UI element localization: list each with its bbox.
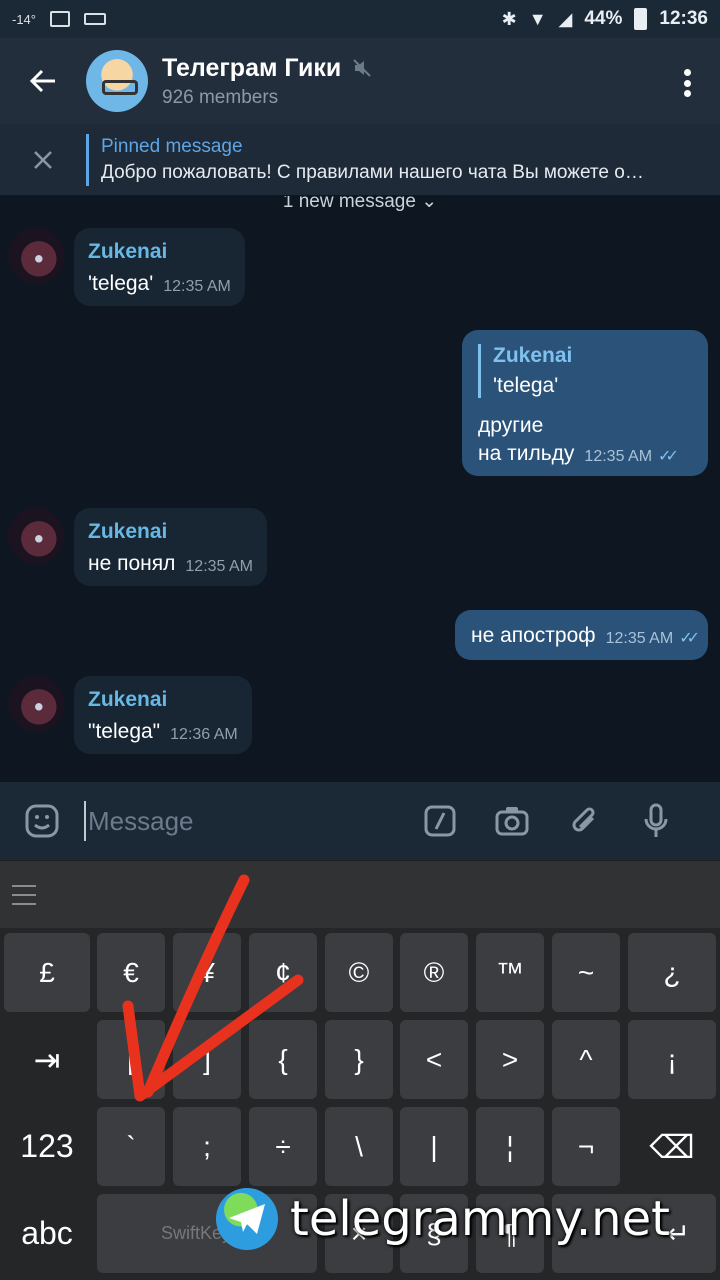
- message-text: 'telega': [88, 272, 154, 295]
- keyboard-toolbar: [0, 860, 720, 928]
- outgoing-message[interactable]: Zukenai 'telega' другие на тильду 12:35 …: [462, 330, 708, 476]
- backspace-key[interactable]: ⌫: [628, 1107, 716, 1186]
- back-button[interactable]: [0, 38, 86, 124]
- message-text: "telega": [88, 720, 161, 743]
- message-text: не апостроф: [470, 624, 596, 647]
- bluetooth-icon: ✱: [501, 8, 517, 29]
- close-icon: [34, 150, 52, 169]
- key[interactable]: ¥: [173, 933, 241, 1012]
- key[interactable]: ~: [552, 933, 620, 1012]
- camera-icon: [495, 807, 529, 836]
- pinned-text: Добро пожаловать! С правилами нашего чат…: [101, 161, 644, 183]
- key[interactable]: £: [4, 933, 90, 1012]
- pinned-title: Pinned message: [101, 135, 243, 157]
- key[interactable]: ¿: [628, 933, 716, 1012]
- pinned-message-bar[interactable]: Pinned message Добро пожаловать! С прави…: [0, 124, 720, 196]
- battery-percent: 44%: [584, 8, 623, 29]
- message-time: 12:35 AM: [185, 558, 253, 575]
- sender-avatar[interactable]: [8, 676, 64, 732]
- group-avatar[interactable]: [86, 50, 148, 112]
- message-text-line: другие: [478, 414, 544, 437]
- status-bar: -14° ✱ ▼ ◢ 44% 12:36: [0, 0, 720, 38]
- message-list[interactable]: 1 new message ⌄ Zukenai 'telega' 12:35 A…: [0, 196, 720, 782]
- more-menu-icon[interactable]: [684, 69, 692, 97]
- watermark: telegrammy.net: [216, 1188, 670, 1250]
- sender-avatar[interactable]: [8, 228, 64, 284]
- key[interactable]: |: [400, 1107, 468, 1186]
- watermark-text: telegrammy.net: [290, 1191, 670, 1247]
- message-time: 12:36 AM: [170, 726, 238, 743]
- numbers-key[interactable]: 123: [4, 1107, 90, 1186]
- outgoing-message[interactable]: не апостроф 12:35 AM ✓✓: [454, 610, 708, 660]
- tab-key[interactable]: ⇥: [4, 1020, 90, 1099]
- key[interactable]: €: [97, 933, 165, 1012]
- key[interactable]: }: [325, 1020, 393, 1099]
- chat-title-block[interactable]: Телеграм Гики 926 members: [162, 54, 371, 109]
- reply-quote[interactable]: Zukenai 'telega': [478, 344, 694, 398]
- key[interactable]: ÷: [249, 1107, 317, 1186]
- key[interactable]: ¡: [628, 1020, 716, 1099]
- pinned-accent-bar: [86, 133, 89, 186]
- member-count: 926 members: [162, 86, 279, 108]
- message-time: 12:35 AM: [584, 448, 653, 465]
- sticker-icon: [25, 804, 59, 838]
- key[interactable]: {: [249, 1020, 317, 1099]
- signal-icon: ◢: [558, 8, 573, 29]
- reply-text: 'telega': [493, 374, 559, 397]
- chat-header: Телеграм Гики 926 members: [0, 38, 720, 124]
- incoming-message[interactable]: Zukenai "telega" 12:36 AM: [74, 676, 252, 754]
- message-input-bar: Message: [0, 782, 720, 860]
- key[interactable]: ¦: [476, 1107, 544, 1186]
- key[interactable]: [: [97, 1020, 165, 1099]
- temperature: -14°: [12, 11, 36, 27]
- new-messages-divider: 1 new message ⌄: [282, 196, 438, 212]
- reply-sender: Zukenai: [493, 344, 573, 367]
- key[interactable]: \: [325, 1107, 393, 1186]
- message-input[interactable]: Message: [84, 801, 404, 841]
- sender-name[interactable]: Zukenai: [88, 520, 253, 544]
- emoji-button[interactable]: [0, 782, 84, 860]
- key[interactable]: ®: [400, 933, 468, 1012]
- key[interactable]: ©: [325, 933, 393, 1012]
- voice-button[interactable]: [620, 782, 692, 860]
- abc-key[interactable]: abc: [4, 1194, 90, 1273]
- paperclip-icon: [572, 807, 595, 832]
- key[interactable]: >: [476, 1020, 544, 1099]
- key[interactable]: ™: [476, 933, 544, 1012]
- close-pinned-button[interactable]: [0, 124, 86, 196]
- sender-avatar[interactable]: [8, 508, 64, 564]
- slash-command-icon: [424, 805, 456, 837]
- microphone-icon: [644, 803, 668, 837]
- key[interactable]: `: [97, 1107, 165, 1186]
- key[interactable]: ;: [173, 1107, 241, 1186]
- read-ticks-icon: ✓✓: [679, 630, 700, 647]
- muted-icon: [353, 59, 371, 77]
- message-time: 12:35 AM: [163, 278, 231, 295]
- key[interactable]: ^: [552, 1020, 620, 1099]
- key[interactable]: ¬: [552, 1107, 620, 1186]
- battery-icon: [634, 8, 648, 30]
- arrow-left-icon: [29, 69, 55, 93]
- paper-plane-logo-icon: [216, 1188, 278, 1250]
- camera-button[interactable]: [476, 782, 548, 860]
- key[interactable]: ]: [173, 1020, 241, 1099]
- message-text-line: на тильду: [478, 442, 575, 465]
- read-ticks-icon: ✓✓: [658, 448, 679, 465]
- message-text: не понял: [88, 552, 176, 575]
- bot-commands-button[interactable]: [404, 782, 476, 860]
- incoming-message[interactable]: Zukenai 'telega' 12:35 AM: [74, 228, 245, 306]
- keyboard-icon: [84, 13, 106, 25]
- wifi-icon: ▼: [528, 8, 547, 29]
- attach-button[interactable]: [548, 782, 620, 860]
- chat-title: Телеграм Гики: [162, 53, 342, 82]
- incoming-message[interactable]: Zukenai не понял 12:35 AM: [74, 508, 267, 586]
- keyboard-menu-icon[interactable]: [12, 885, 36, 905]
- key[interactable]: <: [400, 1020, 468, 1099]
- gallery-icon: [50, 11, 70, 27]
- sender-name[interactable]: Zukenai: [88, 688, 238, 712]
- message-time: 12:35 AM: [605, 630, 674, 647]
- clock: 12:36: [659, 8, 708, 29]
- sender-name[interactable]: Zukenai: [88, 240, 231, 264]
- key[interactable]: ¢: [249, 933, 317, 1012]
